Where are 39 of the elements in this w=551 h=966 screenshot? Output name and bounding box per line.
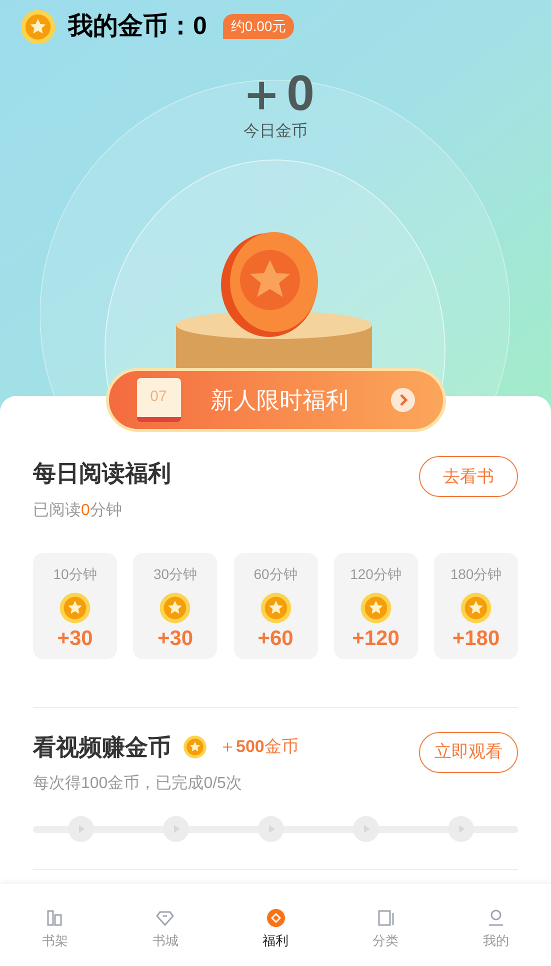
tab-item[interactable]: 分类 [330,884,441,966]
reward-duration: 30分钟 [153,564,198,584]
promo-banner[interactable]: 07 新人限时福利 [106,368,446,432]
reward-amount: +30 [57,626,93,652]
coin-icon [159,592,192,624]
coin-icon [183,734,207,759]
reward-amount: +180 [452,626,500,652]
tab-item[interactable]: 我的 [440,884,551,966]
coin-icon [460,592,492,624]
coins-balance: 0 [193,11,207,42]
watch-button[interactable]: 立即观看 [419,732,518,772]
cash-badge: 约0.00元 [222,14,294,40]
video-progress-text: 每次得100金币，已完成0/5次 [33,774,243,794]
reward-duration: 180分钟 [450,564,502,584]
tab-item[interactable]: 书城 [110,884,220,966]
reward-amount: +120 [352,626,400,652]
tab-item[interactable]: 书架 [0,884,110,966]
tab-item[interactable]: 福利 [220,884,331,966]
section-title: 每日阅读福利 [33,459,171,488]
coins-title: 我的金币： [68,11,193,42]
reward-duration: 10分钟 [53,564,97,584]
reading-progress: 已阅读0分钟 [33,500,123,520]
coin-tab-icon [266,908,286,928]
coin-icon [20,8,56,45]
bonus-coins: ＋500金币 [219,736,298,758]
today-coins-amount: ＋0 [236,66,314,120]
reward-duration: 120分钟 [350,564,402,584]
reward-amount: +30 [157,626,194,652]
book-icon [376,908,396,928]
today-coins-label: 今日金币 [244,122,308,142]
reward-duration: 60分钟 [254,564,298,584]
reward-amount: +60 [258,626,294,652]
coin-icon [260,592,292,624]
calendar-icon: 07 [136,378,180,422]
coin-icon [59,592,91,624]
chevron-right-icon [390,388,414,412]
section-title: 看视频赚金币 [33,732,171,762]
read-button[interactable]: 去看书 [419,456,518,497]
coin-icon [360,592,392,624]
